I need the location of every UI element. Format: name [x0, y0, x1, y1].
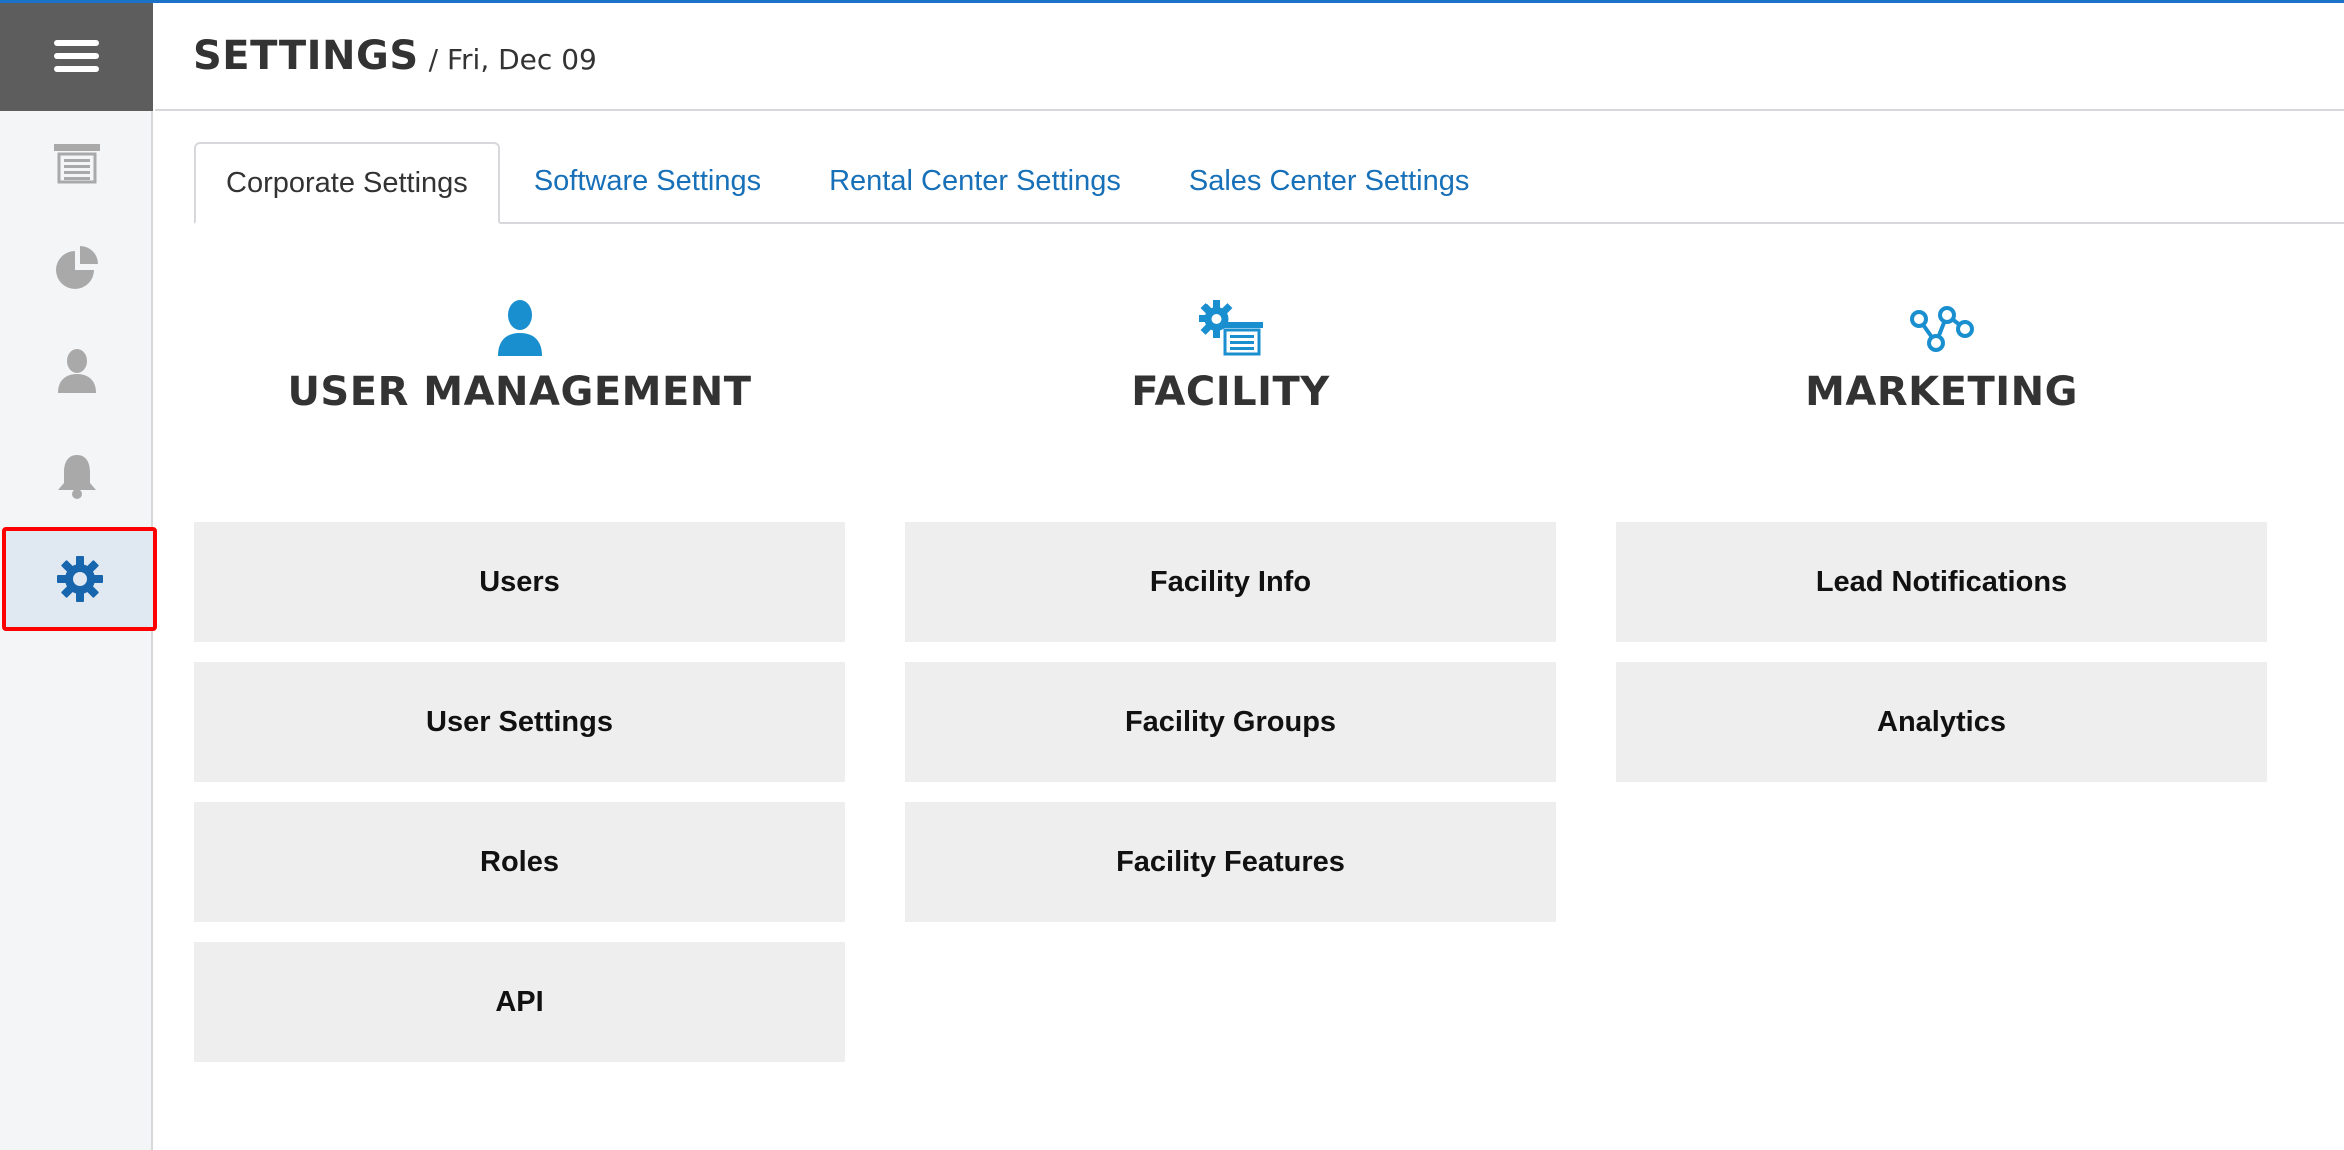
section-title: USER MANAGEMENT [287, 369, 752, 415]
user-icon [497, 300, 542, 356]
facility-features-button[interactable]: Facility Features [905, 802, 1556, 922]
tab-sales-center-settings[interactable]: Sales Center Settings [1155, 140, 1503, 222]
gear-icon [56, 556, 103, 602]
section-title: MARKETING [1805, 369, 2078, 415]
users-button[interactable]: Users [194, 522, 845, 642]
facility-info-button[interactable]: Facility Info [905, 522, 1556, 642]
tab-rental-center-settings[interactable]: Rental Center Settings [795, 140, 1155, 222]
sidebar-item-settings[interactable] [2, 527, 157, 631]
sidebar-item-reports[interactable] [0, 215, 153, 319]
lead-notifications-button[interactable]: Lead Notifications [1616, 522, 2267, 642]
facility-groups-button[interactable]: Facility Groups [905, 662, 1556, 782]
analytics-button[interactable]: Analytics [1616, 662, 2267, 782]
bell-icon [57, 455, 96, 499]
page-header: SETTINGS / Fri, Dec 09 [155, 3, 2344, 111]
api-button[interactable]: API [194, 942, 845, 1062]
hamburger-icon [54, 39, 99, 72]
user-settings-button[interactable]: User Settings [194, 662, 845, 782]
user-management-section: USER MANAGEMENT Users User Settings Role… [194, 295, 845, 1062]
facility-section: FACILITY Facility Info Facility Groups F… [905, 295, 1556, 922]
sidebar [0, 0, 157, 1150]
tab-software-settings[interactable]: Software Settings [500, 140, 795, 222]
sidebar-item-units[interactable] [0, 111, 153, 215]
marketing-section: MARKETING Lead Notifications Analytics [1616, 295, 2267, 782]
top-accent-line [0, 0, 2344, 3]
units-icon [53, 144, 100, 184]
tab-corporate-settings[interactable]: Corporate Settings [194, 142, 500, 224]
roles-button[interactable]: Roles [194, 802, 845, 922]
network-icon [1909, 306, 1974, 352]
facility-gear-icon [1198, 300, 1263, 356]
sidebar-item-notifications[interactable] [0, 423, 153, 527]
menu-button[interactable] [0, 0, 153, 111]
pie-chart-icon [55, 246, 98, 289]
page-title: SETTINGS [193, 33, 419, 79]
settings-tabs: Corporate Settings Software Settings Ren… [194, 142, 2344, 224]
page-date: / Fri, Dec 09 [428, 42, 597, 76]
user-icon [57, 349, 96, 393]
section-title: FACILITY [1131, 369, 1330, 415]
sidebar-item-users[interactable] [0, 319, 153, 423]
